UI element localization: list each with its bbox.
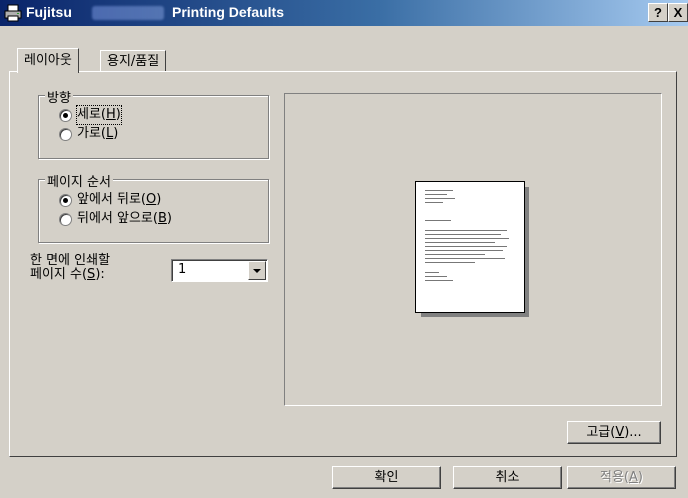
portrait-label: 세로(H) — [76, 105, 122, 125]
cancel-button[interactable]: 취소 — [453, 466, 562, 489]
pages-per-sheet-label-line1: 한 면에 인쇄할 — [30, 253, 111, 268]
page-preview-icon — [415, 181, 525, 313]
window-title-suffix: Printing Defaults — [172, 4, 285, 20]
orientation-group-label: 방향 — [45, 87, 73, 106]
landscape-label: 가로(L) — [77, 126, 119, 141]
window-title-prefix: Fujitsu — [26, 4, 72, 20]
radio-landscape[interactable] — [59, 128, 72, 141]
apply-button[interactable]: 적용(A) — [567, 466, 676, 489]
chevron-down-icon[interactable] — [248, 261, 266, 280]
pages-per-sheet-select[interactable]: 1 — [171, 259, 268, 282]
pages-per-sheet-label-line2: 페이지 수(S): — [30, 267, 105, 282]
pages-per-sheet-value: 1 — [178, 262, 187, 277]
ok-button[interactable]: 확인 — [332, 466, 441, 489]
help-button[interactable]: ? — [648, 3, 668, 22]
front-to-back-label: 앞에서 뒤로(O) — [77, 192, 162, 207]
back-to-front-label: 뒤에서 앞으로(B) — [77, 211, 172, 226]
page-order-group-label: 페이지 순서 — [45, 171, 113, 190]
page-order-group: 페이지 순서 앞에서 뒤로(O) 뒤에서 앞으로(B) — [38, 171, 269, 243]
printer-icon — [4, 4, 22, 22]
close-button[interactable]: X — [668, 3, 688, 22]
tab-layout[interactable]: 레이아웃 — [17, 48, 79, 73]
title-bar: Fujitsu Printing Defaults ? X — [0, 0, 688, 26]
radio-back-to-front[interactable] — [59, 213, 72, 226]
redacted-printer-model — [92, 6, 164, 20]
orientation-group: 방향 세로(H) 가로(L) — [38, 87, 269, 159]
advanced-button[interactable]: 고급(V)... — [567, 421, 661, 444]
radio-portrait[interactable] — [59, 109, 72, 122]
tab-paper-quality[interactable]: 용지/품질 — [100, 50, 167, 71]
radio-front-to-back[interactable] — [59, 194, 72, 207]
pages-per-sheet-label: 한 면에 인쇄할 페이지 수(S): — [30, 254, 110, 282]
